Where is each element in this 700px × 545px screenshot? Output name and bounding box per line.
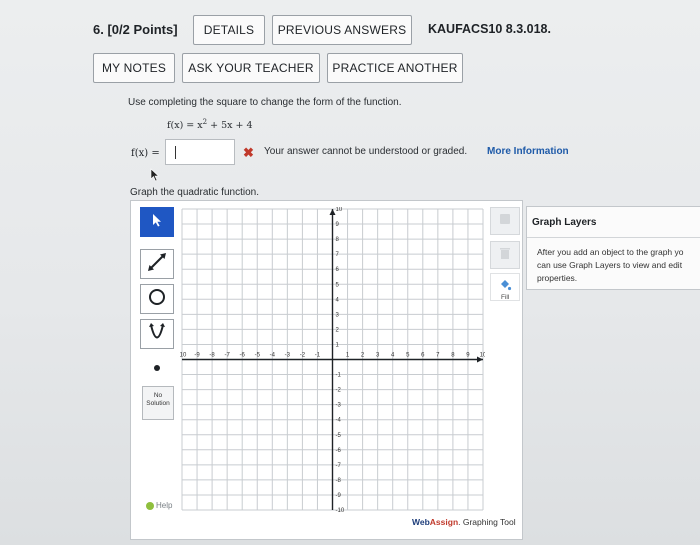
error-message: Your answer cannot be understood or grad… bbox=[264, 146, 468, 157]
pointer-tool-button[interactable] bbox=[140, 207, 174, 237]
details-button[interactable]: DETAILS bbox=[193, 15, 265, 45]
layers-line-1: After you add an object to the graph yo bbox=[537, 247, 684, 257]
y-tick-label: 6 bbox=[336, 267, 340, 273]
brand-rest: . Graphing Tool bbox=[458, 517, 516, 527]
eraser-icon bbox=[498, 212, 512, 231]
x-tick-label: 7 bbox=[436, 353, 440, 359]
y-tick-label: 10 bbox=[336, 207, 343, 213]
line-icon bbox=[146, 251, 168, 278]
question-panel: 6. [0/2 Points] DETAILS PREVIOUS ANSWERS… bbox=[0, 0, 700, 545]
circle-icon bbox=[147, 287, 167, 312]
no-solution-button[interactable]: No Solution bbox=[142, 386, 174, 420]
x-tick-label: 2 bbox=[361, 353, 365, 359]
layers-line-2: can use Graph Layers to view and edit bbox=[537, 260, 683, 270]
help-label: Help bbox=[156, 501, 173, 510]
x-tick-label: 9 bbox=[466, 353, 470, 359]
x-tick-label: 5 bbox=[406, 353, 410, 359]
x-tick-label: 1 bbox=[346, 353, 350, 359]
graph-layers-description: After you add an object to the graph yo … bbox=[537, 246, 700, 285]
y-tick-label: 3 bbox=[336, 312, 340, 318]
x-tick-label: 10 bbox=[480, 353, 485, 359]
mouse-cursor-icon bbox=[150, 168, 160, 187]
y-tick-label: 9 bbox=[336, 222, 340, 228]
x-tick-label: 3 bbox=[376, 353, 380, 359]
x-tick-label: 8 bbox=[451, 353, 455, 359]
no-solution-line2: Solution bbox=[146, 400, 170, 407]
function-lhs: f(x) = x bbox=[167, 120, 203, 132]
y-tick-label: -8 bbox=[336, 478, 342, 484]
text-caret bbox=[175, 146, 176, 159]
y-tick-label: -4 bbox=[336, 418, 342, 424]
y-tick-label: -6 bbox=[336, 448, 342, 454]
brand-assign: Assign bbox=[429, 517, 459, 527]
y-tick-label: 1 bbox=[336, 342, 340, 348]
my-notes-button[interactable]: MY NOTES bbox=[93, 53, 175, 83]
practice-another-button[interactable]: PRACTICE ANOTHER bbox=[327, 53, 463, 83]
delete-tool-button[interactable] bbox=[490, 207, 520, 235]
y-tick-label: 5 bbox=[336, 282, 340, 288]
line-tool-button[interactable] bbox=[140, 249, 174, 279]
fill-label: Fill bbox=[501, 294, 510, 301]
answer-label: f(x) = bbox=[131, 148, 160, 159]
webassign-brand: WebAssign. Graphing Tool bbox=[412, 517, 516, 527]
y-tick-label: -7 bbox=[336, 463, 342, 469]
ask-teacher-button[interactable]: ASK YOUR TEACHER bbox=[182, 53, 320, 83]
trash-icon bbox=[498, 246, 512, 265]
y-tick-label: 8 bbox=[336, 237, 340, 243]
layers-line-3: properties. bbox=[537, 273, 578, 283]
x-tick-label: -2 bbox=[300, 353, 306, 359]
question-prompt: Use completing the square to change the … bbox=[128, 97, 402, 108]
y-tick-label: -3 bbox=[336, 403, 342, 409]
brand-web: Web bbox=[412, 517, 430, 527]
coordinate-grid[interactable]: -10 -9 -8 -7 -6 -5 -4 -3 -2 -1 1 2 3 4 5 6 7 8 9 10 10 9 8 7 6 5… bbox=[180, 207, 485, 512]
parabola-icon bbox=[147, 322, 167, 347]
x-tick-label: -9 bbox=[194, 353, 200, 359]
x-tick-label: -8 bbox=[209, 353, 215, 359]
y-tick-label: 2 bbox=[336, 327, 340, 333]
parabola-tool-button[interactable] bbox=[140, 319, 174, 349]
function-expression: f(x) = x2 + 5x + 4 bbox=[167, 118, 253, 131]
question-reference: KAUFACS10 8.3.018. bbox=[428, 22, 551, 36]
x-tick-label: -7 bbox=[224, 353, 230, 359]
graph-layers-panel: Graph Layers After you add an object to … bbox=[526, 206, 700, 290]
incorrect-icon: ✖ bbox=[243, 145, 254, 160]
graph-layers-title: Graph Layers bbox=[532, 217, 597, 228]
y-tick-label: -1 bbox=[336, 373, 342, 379]
function-rhs: + 5x + 4 bbox=[207, 120, 253, 132]
previous-answers-button[interactable]: PREVIOUS ANSWERS bbox=[272, 15, 412, 45]
answer-input[interactable] bbox=[165, 139, 235, 165]
help-icon bbox=[146, 501, 154, 510]
x-tick-label: -4 bbox=[270, 353, 276, 359]
point-tool-button[interactable] bbox=[140, 354, 174, 384]
graph-prompt: Graph the quadratic function. bbox=[130, 187, 259, 198]
y-tick-label: -10 bbox=[336, 508, 345, 512]
point-icon bbox=[152, 360, 162, 378]
no-solution-line1: No bbox=[153, 392, 163, 399]
x-tick-label: -3 bbox=[285, 353, 291, 359]
y-tick-label: 7 bbox=[336, 252, 340, 258]
x-tick-label: 4 bbox=[391, 353, 395, 359]
circle-tool-button[interactable] bbox=[140, 284, 174, 314]
pointer-icon bbox=[151, 213, 163, 232]
help-button[interactable]: Help bbox=[146, 501, 172, 510]
x-tick-label: 6 bbox=[421, 353, 425, 359]
more-information-link[interactable]: More Information bbox=[487, 146, 569, 157]
y-tick-label: -2 bbox=[336, 388, 342, 394]
x-tick-label: -1 bbox=[315, 353, 321, 359]
y-tick-label: -9 bbox=[336, 493, 342, 499]
divider bbox=[527, 237, 700, 238]
x-tick-label: -5 bbox=[255, 353, 261, 359]
y-tick-label: -5 bbox=[336, 433, 342, 439]
trash-tool-button[interactable] bbox=[490, 241, 520, 269]
y-tick-label: 4 bbox=[336, 297, 340, 303]
question-number: 6. [0/2 Points] bbox=[93, 22, 178, 37]
x-tick-label: -10 bbox=[180, 353, 187, 359]
x-tick-label: -6 bbox=[240, 353, 246, 359]
